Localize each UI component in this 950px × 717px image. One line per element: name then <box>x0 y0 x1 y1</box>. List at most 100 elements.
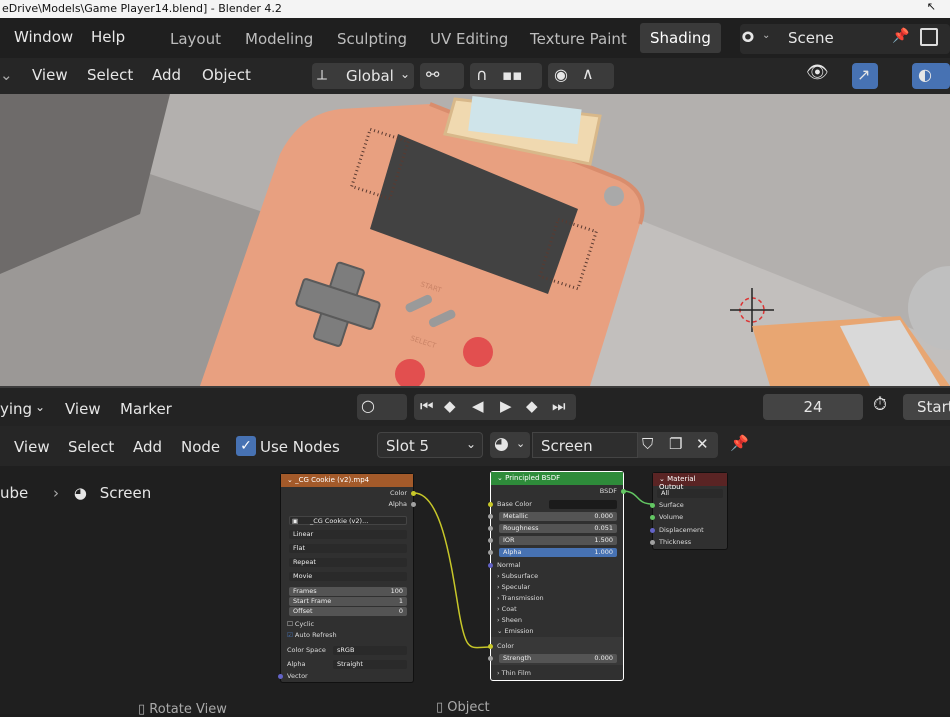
pivot-point-dropdown[interactable]: ⚯ <box>420 63 464 89</box>
node-view-menu[interactable]: View <box>14 438 50 456</box>
socket-volume-in[interactable] <box>650 515 655 520</box>
socket-surface-in[interactable] <box>650 503 655 508</box>
prev-keyframe-icon[interactable]: ◆ <box>444 397 456 415</box>
menu-window[interactable]: Window <box>14 28 73 46</box>
material-browse-button[interactable]: ◕ ⌄ <box>490 432 530 458</box>
snapping-toggle[interactable]: ∩ ▪▪ <box>470 63 542 89</box>
socket-roughness-in[interactable] <box>488 526 493 531</box>
socket-base-color-in[interactable] <box>488 502 493 507</box>
copy-icon[interactable] <box>920 28 938 46</box>
projection-dropdown[interactable]: Flat <box>289 544 407 553</box>
roughness-field[interactable]: Roughness 0.051 <box>499 524 617 533</box>
extension-dropdown[interactable]: Repeat <box>289 558 407 567</box>
node-select-menu[interactable]: Select <box>68 438 114 456</box>
start-frame-field[interactable]: Start <box>903 394 950 420</box>
frames-field[interactable]: Frames 100 <box>289 587 407 596</box>
socket-strength-in[interactable] <box>488 656 493 661</box>
tab-texture-paint[interactable]: Texture Paint <box>530 30 627 48</box>
socket-ior-in[interactable] <box>488 538 493 543</box>
socket-alpha-out[interactable] <box>411 502 416 507</box>
duplicate-icon[interactable]: ❐ <box>669 435 682 453</box>
panel-specular[interactable]: › Specular <box>497 583 617 592</box>
keying-toggle[interactable]: ○ <box>357 394 407 420</box>
output-node-header[interactable]: ⌄ Material Output <box>653 473 727 491</box>
use-nodes-checkbox[interactable]: ✓ <box>236 436 256 456</box>
ior-field[interactable]: IOR 1.500 <box>499 536 617 545</box>
image-node-header[interactable]: ⌄ _CG Cookie (v2).mp4 <box>281 474 413 487</box>
socket-metallic-in[interactable] <box>488 514 493 519</box>
image-name-field[interactable]: ▣ _CG Cookie (v2)... <box>289 516 407 525</box>
node-node-menu[interactable]: Node <box>181 438 220 456</box>
viewport-select-menu[interactable]: Select <box>87 66 133 84</box>
transform-orientation-dropdown[interactable]: ⟂ Global ⌄ <box>312 63 414 89</box>
play-reverse-icon[interactable]: ◀ <box>472 397 484 415</box>
chevron-down-icon[interactable]: ⌄ <box>35 400 45 414</box>
cyclic-row[interactable]: ☐ Cyclic <box>287 620 407 629</box>
slot-dropdown[interactable]: Slot 5 ⌄ <box>377 432 483 458</box>
next-keyframe-icon[interactable]: ◆ <box>526 397 538 415</box>
socket-displacement-in[interactable] <box>650 528 655 533</box>
viewport-3d[interactable]: START SELECT <box>0 94 950 386</box>
image-texture-node[interactable]: ⌄ _CG Cookie (v2).mp4 Color Alpha ▣ _CG … <box>278 473 416 683</box>
tab-layout[interactable]: Layout <box>170 30 221 48</box>
viewport-add-menu[interactable]: Add <box>152 66 181 84</box>
stopwatch-icon[interactable]: ⏱ <box>873 394 887 415</box>
scene-selector[interactable]: 🞉 ⌄ Scene 📌 <box>740 24 950 54</box>
viewport-view-menu[interactable]: View <box>32 66 68 84</box>
panel-transmission[interactable]: › Transmission <box>497 594 617 603</box>
pin-icon[interactable]: 📌 <box>730 434 749 452</box>
scene-name[interactable]: Scene <box>788 29 834 47</box>
panel-thin-film[interactable]: › Thin Film <box>497 669 617 678</box>
offset-field[interactable]: Offset 0 <box>289 607 407 616</box>
panel-subsurface[interactable]: › Subsurface <box>497 572 617 581</box>
tab-uv-editing[interactable]: UV Editing <box>430 30 508 48</box>
shield-icon[interactable]: ⛉ <box>642 435 653 453</box>
material-name-field[interactable]: Screen <box>532 432 638 458</box>
alpha-field[interactable]: Alpha 1.000 <box>499 548 617 557</box>
playback-menu[interactable]: ying <box>0 400 32 418</box>
alpha-mode-dropdown[interactable]: Straight <box>333 660 407 669</box>
jump-end-icon[interactable]: ⏭ <box>552 397 566 415</box>
tab-sculpting[interactable]: Sculpting <box>337 30 407 48</box>
socket-normal-in[interactable] <box>488 563 493 568</box>
jump-start-icon[interactable]: ⏮ <box>420 397 434 415</box>
tab-shading[interactable]: Shading <box>640 23 721 53</box>
socket-alpha-in[interactable] <box>488 550 493 555</box>
color-space-dropdown[interactable]: sRGB <box>333 646 407 655</box>
timeline-view-menu[interactable]: View <box>65 400 101 418</box>
node-canvas[interactable]: ube › ◕ Screen ⌄ _CG Cookie (v2).mp4 Col… <box>0 466 950 717</box>
socket-thickness-in[interactable] <box>650 540 655 545</box>
overlay-toggle[interactable]: ◐ <box>912 63 950 89</box>
socket-vector-in[interactable] <box>278 674 283 679</box>
principled-bsdf-node[interactable]: ⌄ Principled BSDF BSDF Base Color Metall… <box>488 471 626 681</box>
gizmo-toggle[interactable]: ↗ <box>852 63 878 89</box>
node-add-menu[interactable]: Add <box>133 438 162 456</box>
viewport-object-menu[interactable]: Object <box>202 66 251 84</box>
menu-help[interactable]: Help <box>91 28 125 46</box>
socket-bsdf-out[interactable] <box>621 489 626 494</box>
panel-sheen[interactable]: › Sheen <box>497 616 617 625</box>
start-frame-node-field[interactable]: Start Frame 1 <box>289 597 407 606</box>
auto-refresh-row[interactable]: ☑ Auto Refresh <box>287 631 407 640</box>
play-icon[interactable]: ▶ <box>500 397 512 415</box>
metallic-field[interactable]: Metallic 0.000 <box>499 512 617 521</box>
bsdf-node-header[interactable]: ⌄ Principled BSDF <box>491 472 623 485</box>
proportional-editing-toggle[interactable]: ◉ ∧ <box>548 63 614 89</box>
strength-field[interactable]: Strength 0.000 <box>499 654 617 663</box>
source-dropdown[interactable]: Movie <box>289 572 407 581</box>
base-color-swatch[interactable] <box>549 500 617 509</box>
panel-emission[interactable]: ⌄ Emission <box>497 627 617 636</box>
close-icon[interactable]: ✕ <box>696 435 709 453</box>
interpolation-dropdown[interactable]: Linear <box>289 530 407 539</box>
material-output-node[interactable]: ⌄ Material Output All Surface Volume Dis… <box>650 472 728 550</box>
socket-color-out[interactable] <box>411 491 416 496</box>
tab-modeling[interactable]: Modeling <box>245 30 313 48</box>
panel-coat[interactable]: › Coat <box>497 605 617 614</box>
timeline-marker-menu[interactable]: Marker <box>120 400 172 418</box>
socket-emission-color-in[interactable] <box>488 644 493 649</box>
output-target-dropdown[interactable]: All <box>657 489 723 498</box>
current-frame-field[interactable]: 24 <box>763 394 863 420</box>
pin-icon[interactable]: 📌 <box>892 28 909 44</box>
eye-icon[interactable]: 👁 <box>806 62 829 83</box>
chevron-down-icon[interactable]: ⌄ <box>0 66 13 84</box>
